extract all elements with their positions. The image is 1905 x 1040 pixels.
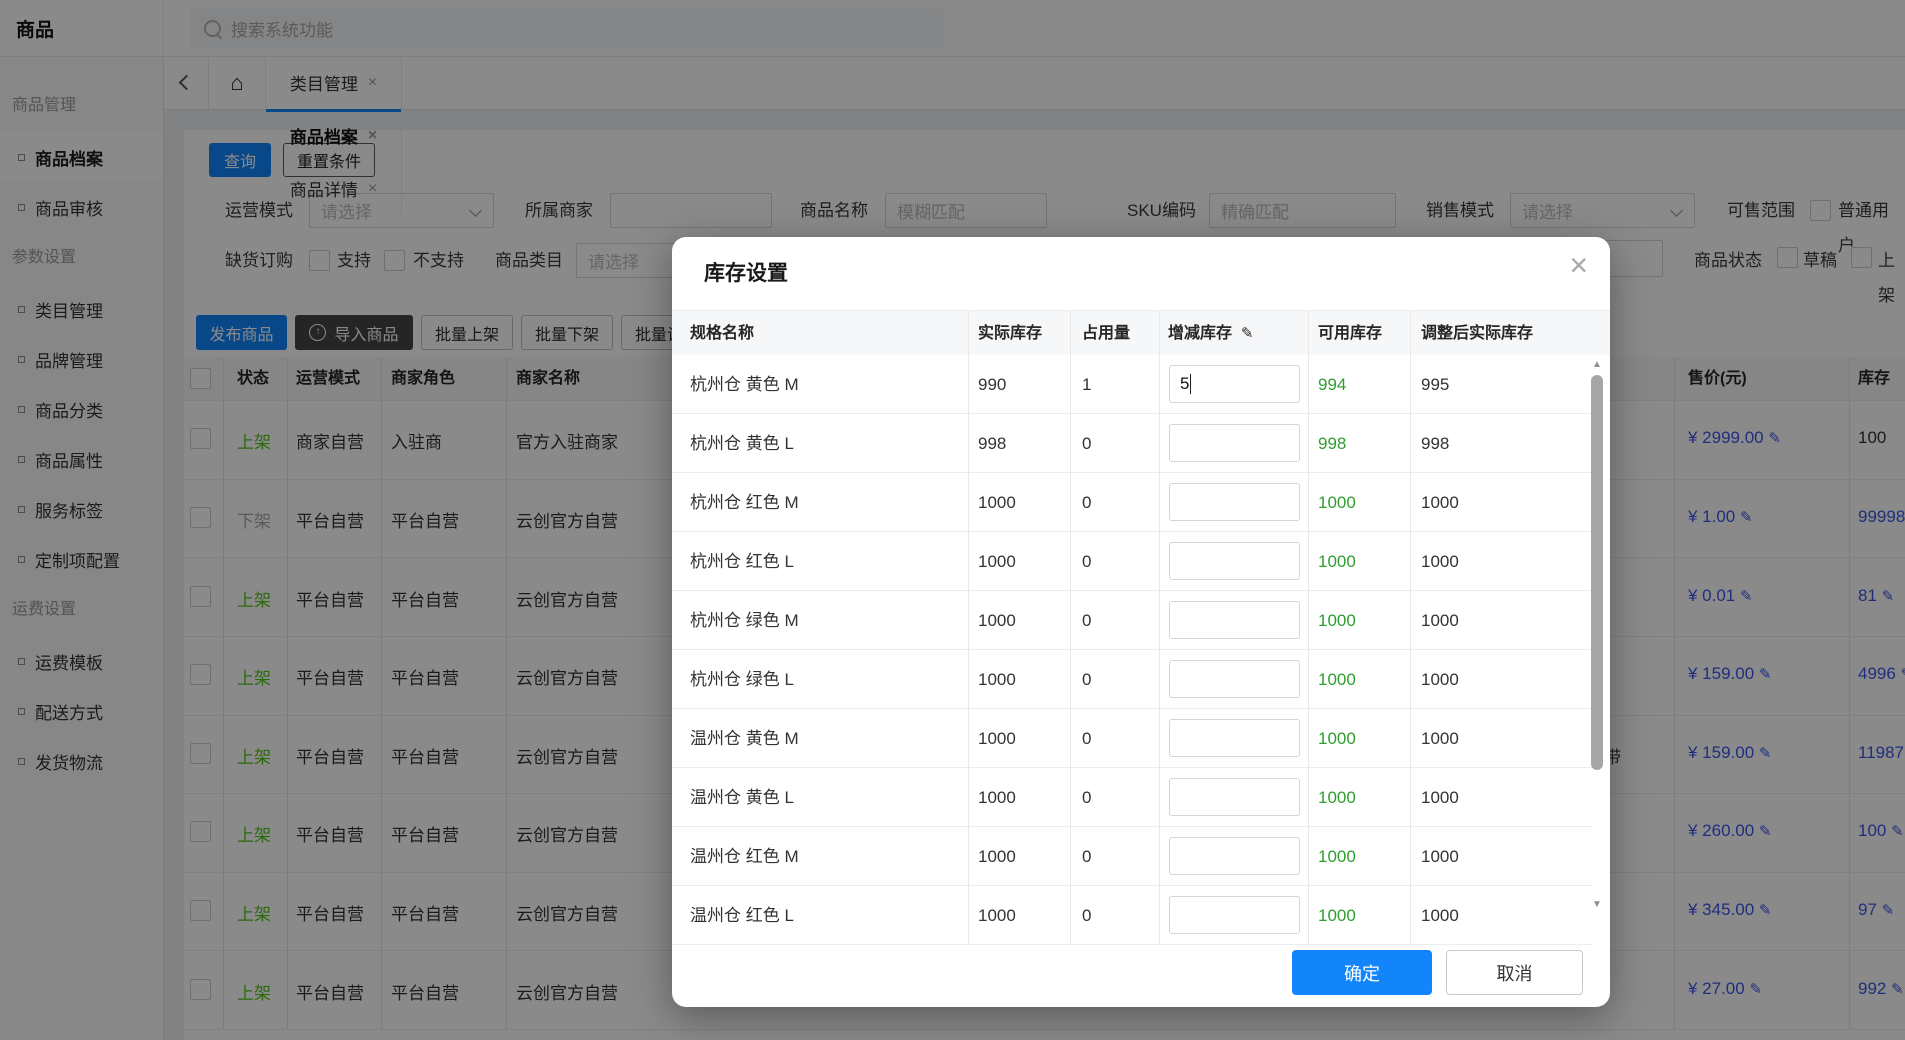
occupied-cell: 0: [1082, 552, 1092, 571]
app-window: 商品 搜索系统功能 商品管理 商品档案 商品审核 参数设置 类目管理 品牌管理 商品分类 商品…: [0, 0, 1905, 1040]
modal-scrollbar-thumb[interactable]: [1591, 375, 1603, 770]
available-stock-cell: 994: [1318, 375, 1347, 394]
delta-stock-input[interactable]: [1169, 424, 1300, 462]
modal-table-row: 杭州仓 绿色 L 1000 0 1000 1000: [672, 650, 1592, 709]
modal-table-row: 杭州仓 红色 L 1000 0 1000 1000: [672, 532, 1592, 591]
actual-stock-cell: 1000: [978, 906, 1016, 925]
actual-stock-cell: 1000: [978, 788, 1016, 807]
adjusted-stock-cell: 1000: [1421, 670, 1459, 689]
available-stock-cell: 1000: [1318, 552, 1356, 571]
modal-table-row: 杭州仓 黄色 M 990 1 5 994 995: [672, 355, 1592, 414]
adjusted-stock-cell: 1000: [1421, 906, 1459, 925]
actual-stock-cell: 998: [978, 434, 1007, 453]
spec-name-cell: 杭州仓 黄色 M: [690, 375, 799, 394]
spec-name-cell: 杭州仓 黄色 L: [690, 434, 794, 453]
delta-stock-input[interactable]: [1169, 601, 1300, 639]
edit-pencil-icon[interactable]: ✎: [1241, 325, 1254, 342]
available-stock-cell: 1000: [1318, 847, 1356, 866]
col-available-stock: 可用库存: [1318, 325, 1383, 342]
delta-stock-input[interactable]: [1169, 483, 1300, 521]
occupied-cell: 0: [1082, 493, 1092, 512]
actual-stock-cell: 1000: [978, 670, 1016, 689]
delta-stock-input[interactable]: 5: [1169, 365, 1300, 403]
actual-stock-cell: 990: [978, 375, 1007, 394]
adjusted-stock-cell: 1000: [1421, 552, 1459, 571]
col-adjusted-stock: 调整后实际库存: [1421, 325, 1534, 342]
available-stock-cell: 1000: [1318, 788, 1356, 807]
adjusted-stock-cell: 1000: [1421, 729, 1459, 748]
actual-stock-cell: 1000: [978, 729, 1016, 748]
delta-stock-input[interactable]: [1169, 542, 1300, 580]
occupied-cell: 1: [1082, 375, 1092, 394]
adjusted-stock-cell: 1000: [1421, 788, 1459, 807]
actual-stock-cell: 1000: [978, 847, 1016, 866]
adjusted-stock-cell: 998: [1421, 434, 1450, 453]
delta-stock-input[interactable]: [1169, 660, 1300, 698]
occupied-cell: 0: [1082, 670, 1092, 689]
available-stock-cell: 1000: [1318, 729, 1356, 748]
delta-stock-input[interactable]: [1169, 719, 1300, 757]
text-cursor: [1190, 374, 1192, 394]
modal-table-row: 温州仓 红色 L 1000 0 1000 1000: [672, 886, 1592, 945]
modal-table-row: 温州仓 红色 M 1000 0 1000 1000: [672, 827, 1592, 886]
modal-table-header: 规格名称 实际库存 占用量 增减库存 ✎ 可用库存 调整后实际库存: [672, 310, 1610, 355]
confirm-button[interactable]: 确定: [1292, 950, 1432, 995]
scrollbar-down-icon[interactable]: ▼: [1591, 900, 1603, 910]
modal-table-row: 杭州仓 红色 M 1000 0 1000 1000: [672, 473, 1592, 532]
available-stock-cell: 1000: [1318, 670, 1356, 689]
available-stock-cell: 1000: [1318, 611, 1356, 630]
adjusted-stock-cell: 995: [1421, 375, 1450, 394]
delta-stock-input[interactable]: [1169, 837, 1300, 875]
occupied-cell: 0: [1082, 434, 1092, 453]
spec-name-cell: 温州仓 红色 L: [690, 906, 794, 925]
close-icon[interactable]: ×: [1569, 249, 1588, 281]
occupied-cell: 0: [1082, 611, 1092, 630]
scrollbar-up-icon[interactable]: ▲: [1591, 360, 1603, 370]
available-stock-cell: 1000: [1318, 906, 1356, 925]
modal-table-row: 温州仓 黄色 M 1000 0 1000 1000: [672, 709, 1592, 768]
adjusted-stock-cell: 1000: [1421, 493, 1459, 512]
spec-name-cell: 杭州仓 绿色 M: [690, 611, 799, 630]
actual-stock-cell: 1000: [978, 611, 1016, 630]
delta-stock-input[interactable]: [1169, 778, 1300, 816]
col-delta-stock: 增减库存 ✎: [1168, 325, 1254, 342]
modal-table-row: 杭州仓 黄色 L 998 0 998 998: [672, 414, 1592, 473]
col-actual-stock: 实际库存: [978, 325, 1043, 342]
actual-stock-cell: 1000: [978, 552, 1016, 571]
col-spec-name: 规格名称: [690, 325, 755, 342]
adjusted-stock-cell: 1000: [1421, 847, 1459, 866]
occupied-cell: 0: [1082, 788, 1092, 807]
occupied-cell: 0: [1082, 729, 1092, 748]
spec-name-cell: 温州仓 红色 M: [690, 847, 799, 866]
available-stock-cell: 998: [1318, 434, 1347, 453]
available-stock-cell: 1000: [1318, 493, 1356, 512]
col-occupied: 占用量: [1082, 325, 1131, 342]
spec-name-cell: 杭州仓 红色 M: [690, 493, 799, 512]
modal-table-row: 温州仓 黄色 L 1000 0 1000 1000: [672, 768, 1592, 827]
spec-name-cell: 杭州仓 红色 L: [690, 552, 794, 571]
spec-name-cell: 杭州仓 绿色 L: [690, 670, 794, 689]
delta-stock-input[interactable]: [1169, 896, 1300, 934]
spec-name-cell: 温州仓 黄色 M: [690, 729, 799, 748]
occupied-cell: 0: [1082, 906, 1092, 925]
delta-value: 5: [1180, 374, 1190, 393]
actual-stock-cell: 1000: [978, 493, 1016, 512]
modal-title: 库存设置: [704, 262, 788, 285]
spec-name-cell: 温州仓 黄色 L: [690, 788, 794, 807]
occupied-cell: 0: [1082, 847, 1092, 866]
inventory-settings-modal: 库存设置 × 规格名称 实际库存 占用量 增减库存 ✎ 可用库存 调整后实际库存…: [672, 237, 1610, 1007]
adjusted-stock-cell: 1000: [1421, 611, 1459, 630]
modal-table-row: 杭州仓 绿色 M 1000 0 1000 1000: [672, 591, 1592, 650]
cancel-button[interactable]: 取消: [1446, 950, 1583, 995]
